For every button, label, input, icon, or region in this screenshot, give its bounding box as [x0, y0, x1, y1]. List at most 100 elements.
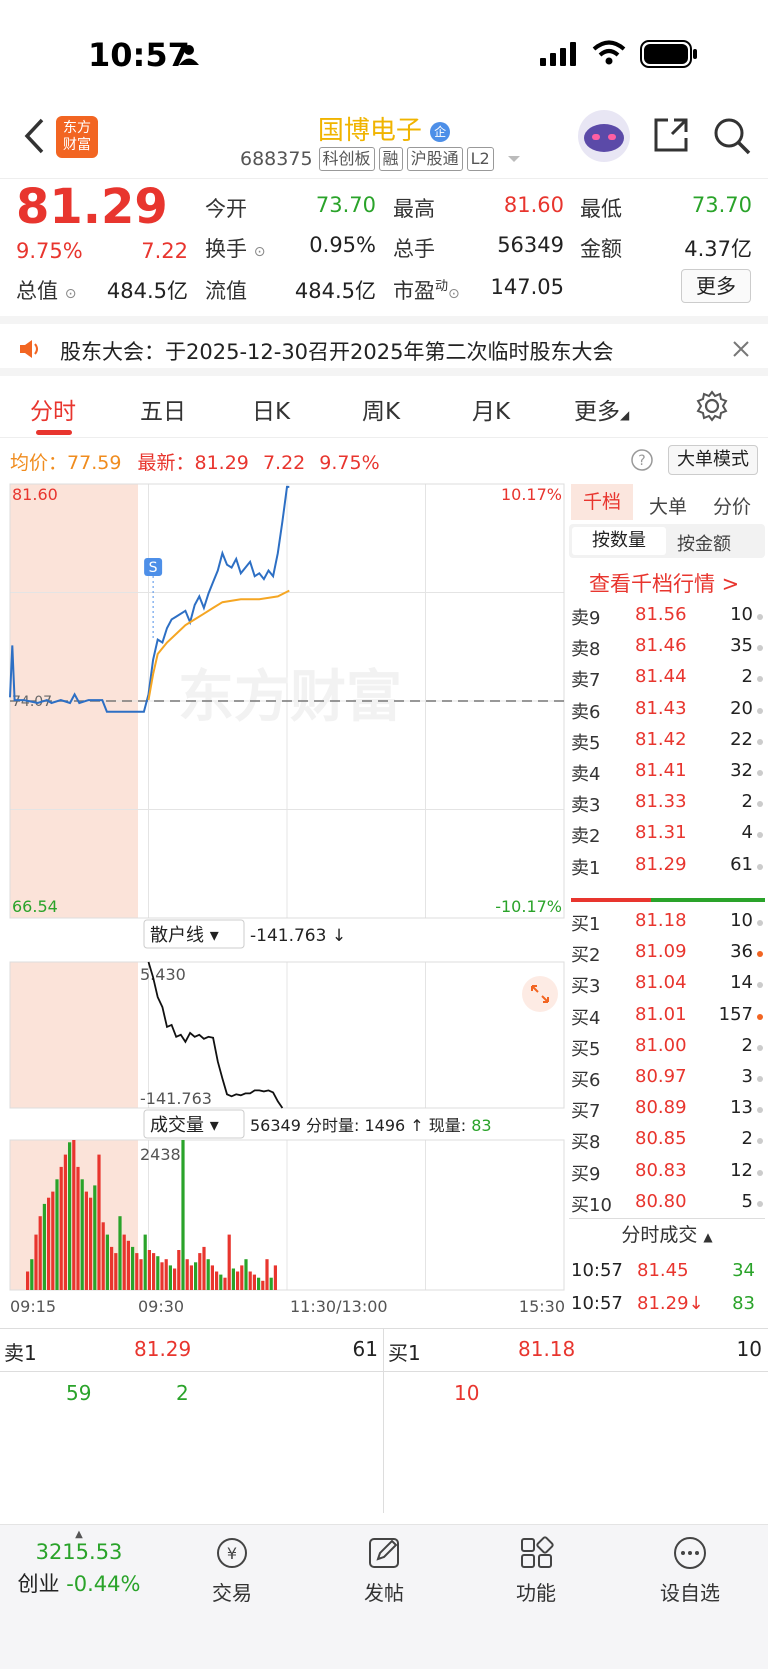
status-dot-icon	[757, 951, 763, 958]
ask-row[interactable]: 卖2 81.31 4	[569, 818, 765, 851]
volume-bar	[257, 1277, 261, 1290]
bid-level-label: 买6	[571, 1070, 601, 1091]
ask-row[interactable]: 卖1 81.29 61	[569, 850, 765, 883]
bottom-nav: ▲ 3215.53 创业 -0.44% ¥ 交易 发帖 功能 设自选	[0, 1524, 768, 1669]
tab-weekly-k[interactable]: 周K	[362, 392, 400, 426]
tab-more[interactable]: 更多◢	[574, 392, 629, 426]
bid-row[interactable]: 买5 81.00 2	[569, 1031, 765, 1064]
ask-level-label: 卖3	[571, 795, 601, 817]
subtab-by-quantity[interactable]: 按数量	[572, 527, 666, 555]
ask-row[interactable]: 卖7 81.44 2	[569, 662, 765, 695]
status-dot-icon	[757, 1138, 763, 1145]
tab-five-day[interactable]: 五日	[140, 392, 186, 426]
ask-row[interactable]: 卖9 81.56 10	[569, 600, 765, 633]
ask-row[interactable]: 卖5 81.42 22	[569, 725, 765, 758]
side-tab-price-split[interactable]: 分价	[713, 492, 751, 519]
caret-down-icon[interactable]	[506, 153, 522, 165]
ask-level-label: 卖4	[571, 764, 601, 785]
subtab-by-amount[interactable]: 按金额	[677, 530, 731, 556]
volume-title: 成交量 ▾	[150, 1115, 219, 1136]
pe-value: 147.05	[490, 275, 564, 299]
volume-bar	[223, 1277, 227, 1290]
bid-row[interactable]: 买4 81.01 157	[569, 1000, 765, 1033]
volume-bar	[30, 1259, 34, 1290]
ask-volume: 61	[730, 853, 753, 875]
nav-add-watchlist[interactable]: 设自选	[640, 1535, 740, 1606]
tab-daily-k[interactable]: 日K	[252, 392, 290, 426]
amount-label: 金额	[580, 237, 622, 261]
tag-margin: 融	[378, 147, 403, 171]
y-min-label: 66.54	[12, 897, 58, 916]
info-icon[interactable]: ⊙	[254, 244, 266, 260]
bid-volume: 14	[730, 972, 753, 994]
robot-assistant-icon[interactable]	[576, 108, 632, 164]
volume-bar	[101, 1222, 105, 1290]
speaker-icon	[20, 340, 38, 358]
ask-volume: 35	[730, 635, 753, 657]
volume-bar	[152, 1253, 156, 1290]
bid-row[interactable]: 买8 80.85 2	[569, 1124, 765, 1157]
volume-bar	[47, 1197, 51, 1290]
bid-volume: 5	[741, 1190, 753, 1212]
tab-underline	[36, 430, 72, 435]
volume-bar	[177, 1250, 181, 1290]
ask-row[interactable]: 卖4 81.41 32	[569, 756, 765, 789]
ask-level-label: 卖9	[571, 608, 601, 629]
status-dot-icon	[757, 1013, 763, 1020]
volume-bar	[126, 1240, 130, 1290]
more-button[interactable]: 更多	[681, 269, 751, 303]
close-icon[interactable]	[732, 340, 750, 358]
tab-monthly-k[interactable]: 月K	[472, 392, 510, 426]
summary-line	[0, 1371, 768, 1372]
bid-row[interactable]: 买2 81.09 36	[569, 937, 765, 970]
ask-row[interactable]: 卖6 81.43 20	[569, 694, 765, 727]
bid-row[interactable]: 买10 80.80 5	[569, 1187, 765, 1220]
change-percent: 9.75%	[16, 239, 83, 263]
bid-row[interactable]: 买3 81.04 14	[569, 968, 765, 1001]
bid-level-label: 买8	[571, 1132, 601, 1154]
volume-bar	[114, 1253, 118, 1290]
side-tab-qiandang[interactable]: 千档	[571, 484, 633, 520]
open-value: 73.70	[315, 193, 376, 217]
volume-bar	[244, 1259, 248, 1290]
intraday-chart[interactable]: 东方财富81.6066.5474.0710.17%-10.17%S散户线 ▾ -1…	[0, 478, 568, 1318]
pct-min-label: -10.17%	[495, 897, 562, 916]
volume-bar	[215, 1271, 219, 1290]
help-icon[interactable]: ?	[630, 448, 654, 472]
ask-price: 81.29	[635, 853, 687, 875]
bid-row[interactable]: 买1 81.18 10	[569, 906, 765, 939]
ask-volume: 10	[730, 604, 753, 625]
search-icon[interactable]	[712, 116, 752, 156]
settings-gear-icon[interactable]	[696, 390, 728, 422]
ask-row[interactable]: 卖3 81.33 2	[569, 787, 765, 820]
volume-bar	[164, 1259, 168, 1290]
bid-row[interactable]: 买7 80.89 13	[569, 1093, 765, 1126]
big-order-mode-button[interactable]: 大单模式	[668, 445, 758, 475]
tab-intraday[interactable]: 分时	[30, 392, 76, 426]
bid-row[interactable]: 买9 80.83 12	[569, 1156, 765, 1189]
nav-post[interactable]: 发帖	[334, 1535, 434, 1606]
volume-max-label: 2438	[140, 1145, 181, 1164]
retail-line-title: 散户线 ▾	[150, 925, 219, 946]
low-label: 最低	[580, 197, 622, 221]
sell-marker-label: S	[149, 560, 158, 576]
ask-level-label: 卖6	[571, 701, 601, 723]
info-icon[interactable]: ⊙	[448, 286, 460, 302]
grid-functions-icon	[521, 1536, 554, 1568]
status-time: 10:57	[88, 36, 190, 74]
nav-functions[interactable]: 功能	[486, 1535, 586, 1606]
notice-bar[interactable]: 股东大会：于2025-12-30召开2025年第二次临时股东大会	[0, 316, 768, 376]
ask-price: 81.46	[635, 635, 687, 657]
ticks-header[interactable]: 分时成交 ▲	[569, 1218, 765, 1250]
view-qiandang-link[interactable]: 查看千档行情 >	[589, 568, 739, 598]
volume-bar	[122, 1234, 126, 1290]
index-ticker[interactable]: ▲ 3215.53 创业 -0.44%	[14, 1529, 144, 1598]
share-icon[interactable]	[652, 116, 690, 154]
ask-price: 81.41	[635, 760, 687, 781]
info-icon[interactable]: ⊙	[65, 286, 77, 302]
side-tab-big-orders[interactable]: 大单	[649, 492, 687, 519]
nav-trade[interactable]: ¥ 交易	[182, 1535, 282, 1606]
bid-row[interactable]: 买6 80.97 3	[569, 1062, 765, 1095]
bid-price: 80.97	[635, 1066, 687, 1087]
ask-row[interactable]: 卖8 81.46 35	[569, 631, 765, 664]
